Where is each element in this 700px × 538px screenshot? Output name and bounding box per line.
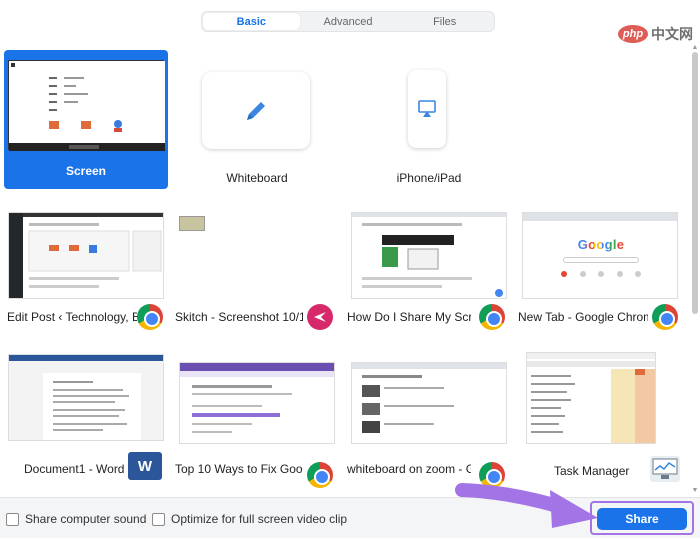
- source-iphone[interactable]: iPhone/iPad: [347, 50, 511, 189]
- iphone-card: [408, 70, 446, 148]
- window-label: Skitch - Screenshot 10/1...: [175, 310, 303, 324]
- window-thumbnail: [8, 354, 164, 441]
- window-thumbnail: [526, 352, 656, 444]
- scroll-up-arrow-icon[interactable]: ▲: [691, 44, 699, 52]
- chrome-icon: [652, 304, 678, 330]
- chrome-icon: [137, 304, 163, 330]
- annotation-arrow-icon: [455, 483, 598, 528]
- tab-basic[interactable]: Basic: [203, 13, 300, 30]
- google-logo: Google: [577, 237, 625, 252]
- window-tile[interactable]: Top 10 Ways to Fix Goog...: [175, 350, 339, 490]
- window-thumbnail: [179, 216, 205, 231]
- share-tabs: Basic Advanced Files: [201, 11, 495, 32]
- source-screen-label: Screen: [65, 164, 107, 178]
- share-sound-option[interactable]: Share computer sound: [6, 512, 146, 526]
- whiteboard-card: [202, 72, 310, 149]
- share-button[interactable]: Share: [597, 508, 687, 530]
- window-tile[interactable]: Task Manager: [518, 350, 682, 490]
- window-thumbnail: Google: [522, 212, 678, 299]
- window-label: Edit Post ‹ Technology, B...: [7, 310, 137, 324]
- skitch-icon: [307, 304, 333, 330]
- optimize-video-label: Optimize for full screen video clip: [171, 512, 348, 526]
- scroll-thumb[interactable]: [692, 52, 698, 314]
- watermark: php 中文网: [618, 24, 693, 44]
- optimize-video-option[interactable]: Optimize for full screen video clip: [152, 512, 347, 526]
- window-tile[interactable]: How Do I Share My Scre...: [347, 208, 511, 338]
- window-tile[interactable]: Edit Post ‹ Technology, B...: [4, 208, 168, 338]
- share-sound-checkbox[interactable]: [6, 512, 19, 526]
- window-tile[interactable]: W Document1 - Word: [4, 350, 168, 490]
- optimize-video-checkbox[interactable]: [152, 512, 165, 526]
- source-screen[interactable]: Screen: [4, 50, 168, 189]
- window-thumbnail: [179, 362, 335, 444]
- window-label: How Do I Share My Scre...: [347, 310, 471, 324]
- task-manager-icon: [650, 456, 680, 482]
- scrollbar[interactable]: ▲ ▼: [690, 44, 700, 497]
- window-label: Document1 - Word: [24, 462, 124, 476]
- pencil-icon: [247, 101, 265, 120]
- screen-thumbnail: [8, 60, 165, 151]
- source-iphone-label: iPhone/iPad: [396, 171, 462, 185]
- watermark-text: 中文网: [651, 26, 693, 42]
- tab-files[interactable]: Files: [396, 13, 493, 30]
- source-whiteboard-label: Whiteboard: [226, 171, 288, 185]
- chrome-icon: [307, 462, 333, 488]
- chrome-icon: [479, 304, 505, 330]
- window-thumbnail: [351, 212, 507, 299]
- window-tile[interactable]: Skitch - Screenshot 10/1...: [175, 208, 339, 338]
- tab-advanced[interactable]: Advanced: [300, 13, 397, 30]
- source-whiteboard[interactable]: Whiteboard: [175, 50, 339, 189]
- word-icon: W: [128, 452, 162, 480]
- share-sound-label: Share computer sound: [25, 512, 147, 526]
- window-tile[interactable]: whiteboard on zoom - G...: [347, 350, 511, 490]
- share-source-grid: Screen Whiteboard iPhone/iPad Edit Post …: [0, 44, 690, 497]
- window-label: Top 10 Ways to Fix Goog...: [175, 462, 303, 476]
- scroll-down-arrow-icon[interactable]: ▼: [691, 487, 699, 495]
- window-tile[interactable]: Google New Tab - Google Chrome: [518, 208, 682, 338]
- window-thumbnail: [8, 212, 164, 299]
- window-label: New Tab - Google Chrome: [518, 310, 648, 324]
- watermark-logo: php: [618, 25, 648, 43]
- window-thumbnail: [351, 362, 507, 444]
- airplay-icon: [418, 100, 436, 117]
